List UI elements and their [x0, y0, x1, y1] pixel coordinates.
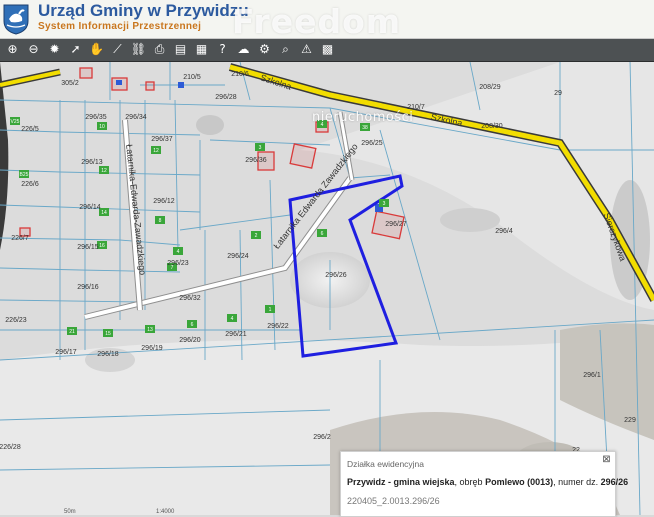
address-tag: 3: [383, 201, 386, 207]
address-tag: 8: [159, 218, 162, 224]
layers-icon[interactable]: ▦: [193, 41, 210, 58]
info-obreb: Pomlewo (0013): [485, 477, 554, 487]
parcel-label: 296/35: [85, 114, 107, 121]
parcel-label: 296/19: [141, 345, 163, 352]
full-extent-icon[interactable]: ✹: [46, 41, 63, 58]
parcel-label: 296/20: [179, 337, 201, 344]
info-parcel-line: Przywidz - gmina wiejska, obręb Pomlewo …: [347, 477, 628, 487]
parcel-label: 296/13: [81, 159, 103, 166]
address-tag: 38: [362, 125, 368, 131]
address-tag: 3: [259, 145, 262, 151]
info-parcel-id: 220405_2.0013.296/26: [347, 496, 440, 506]
parcel-label: 226/5: [21, 126, 39, 133]
parcel-label: 296/4: [495, 228, 513, 235]
info-numer: 296/26: [600, 477, 629, 487]
map-canvas[interactable]: V25 B25 38 10 12 14 16 12 8 7 4 2 6 1 21 15 13 6 4 3 4 3 Szko…: [0, 62, 654, 515]
scale-right-label: 1:4000: [156, 509, 175, 515]
parcel-label: 296/22: [267, 323, 289, 330]
parcel-label: 296/16: [77, 284, 99, 291]
map-toolbar: ⊕ ⊖ ✹ ➚ ✋ ⟋ ⛓ ⎙ ▤ ▦? ☁ ⚙ ⌕ ⚠ ▩: [0, 39, 654, 62]
watermark-brand: Freedom: [232, 2, 402, 41]
info-gmina: Przywidz - gmina wiejska: [347, 477, 455, 487]
parcel-label: 296/17: [55, 349, 77, 356]
parcel-label: 29: [554, 90, 562, 97]
parcel-label: 210/5: [183, 74, 201, 81]
parcel-label: 296/37: [151, 136, 173, 143]
info-title: Działka ewidencyjna: [347, 459, 425, 469]
parcel-label: 296/34: [125, 114, 147, 121]
parcel-label: 296/18: [97, 351, 119, 358]
settings-icon[interactable]: ⚙: [256, 41, 273, 58]
watermark-sub: nieruchomości: [312, 110, 414, 125]
address-tag: V25: [11, 119, 20, 125]
parcel-label: 226/7: [11, 235, 29, 242]
address-tag: B25: [20, 172, 29, 178]
address-tag: 16: [99, 243, 105, 249]
save-icon[interactable]: ▤: [172, 41, 189, 58]
parcel-label: 296/26: [325, 272, 347, 279]
measure-line-icon[interactable]: ⟋: [109, 41, 126, 58]
app-title: Urząd Gminy w Przywidzu: [38, 1, 249, 20]
parcel-label: 296/25: [361, 140, 383, 147]
parcel-label: 296/28: [215, 94, 237, 101]
parcel-label: 296/21: [225, 331, 247, 338]
parcel-label: 229: [624, 417, 636, 424]
info-obreb-prefix: , obręb: [454, 477, 486, 487]
upload-cloud-icon[interactable]: ☁: [235, 41, 252, 58]
info-numer-prefix: , numer dz.: [553, 477, 601, 487]
parcel-label: 296/2: [313, 434, 331, 441]
app-subtitle: System Informacji Przestrzennej: [38, 21, 202, 32]
map-svg: V25B253810121416128742 6121 151364343 Szko…: [0, 62, 654, 515]
help-icon[interactable]: ?: [214, 41, 231, 58]
parcel-label: 208/29: [479, 84, 501, 91]
address-tag: 6: [191, 322, 194, 328]
parcel-label: 296/23: [167, 260, 189, 267]
address-tag: 14: [101, 210, 107, 216]
scale-left-label: 50m: [64, 509, 76, 515]
app-header: Urząd Gminy w Przywidzu System Informacj…: [0, 0, 654, 41]
parcel-label: 226/23: [5, 317, 27, 324]
parcel-label: 208/30: [481, 123, 503, 130]
pan-hand-icon[interactable]: ✋: [88, 41, 105, 58]
parcel-label: 296/12: [153, 198, 175, 205]
parcel-label: 296/27: [385, 221, 407, 228]
parcel-info-popup: Działka ewidencyjna ⊠ Przywidz - gmina w…: [340, 451, 628, 517]
parcel-label: 296/36: [245, 157, 267, 164]
select-arrow-icon[interactable]: ➚: [67, 41, 84, 58]
address-tag: 4: [177, 249, 180, 255]
address-tag: 15: [105, 331, 111, 337]
warning-icon[interactable]: ⚠: [298, 41, 315, 58]
parcel-label: 226/6: [21, 181, 39, 188]
address-tag: 6: [321, 231, 324, 237]
parcel-label: 296/1: [583, 372, 601, 379]
search-icon[interactable]: ⌕: [277, 41, 294, 58]
zoom-out-icon[interactable]: ⊖: [25, 41, 42, 58]
link-icon[interactable]: ⛓: [130, 41, 147, 58]
grid-icon[interactable]: ▩: [319, 41, 336, 58]
parcel-label: 305/2: [61, 80, 79, 87]
coat-of-arms-logo: [3, 4, 29, 35]
parcel-label: 296/14: [79, 204, 101, 211]
parcel-label: 210/6: [231, 71, 249, 78]
parcel-label: 296/24: [227, 253, 249, 260]
address-tag: 2: [255, 233, 258, 239]
parcel-label: 296/15: [77, 244, 99, 251]
address-tag: 13: [147, 327, 153, 333]
address-tag: 12: [153, 148, 159, 154]
scale-bar: 50m 1:4000: [0, 509, 174, 515]
close-icon[interactable]: ⊠: [601, 454, 612, 465]
address-tag: 4: [231, 316, 234, 322]
address-tag: 10: [99, 124, 105, 130]
parcel-label: 226/28: [0, 444, 21, 451]
zoom-in-icon[interactable]: ⊕: [4, 41, 21, 58]
parcel-label: 296/32: [179, 295, 201, 302]
address-tag: 12: [101, 168, 107, 174]
address-tag: 21: [69, 329, 75, 335]
address-tag: 1: [269, 307, 272, 313]
print-icon[interactable]: ⎙: [151, 41, 168, 58]
